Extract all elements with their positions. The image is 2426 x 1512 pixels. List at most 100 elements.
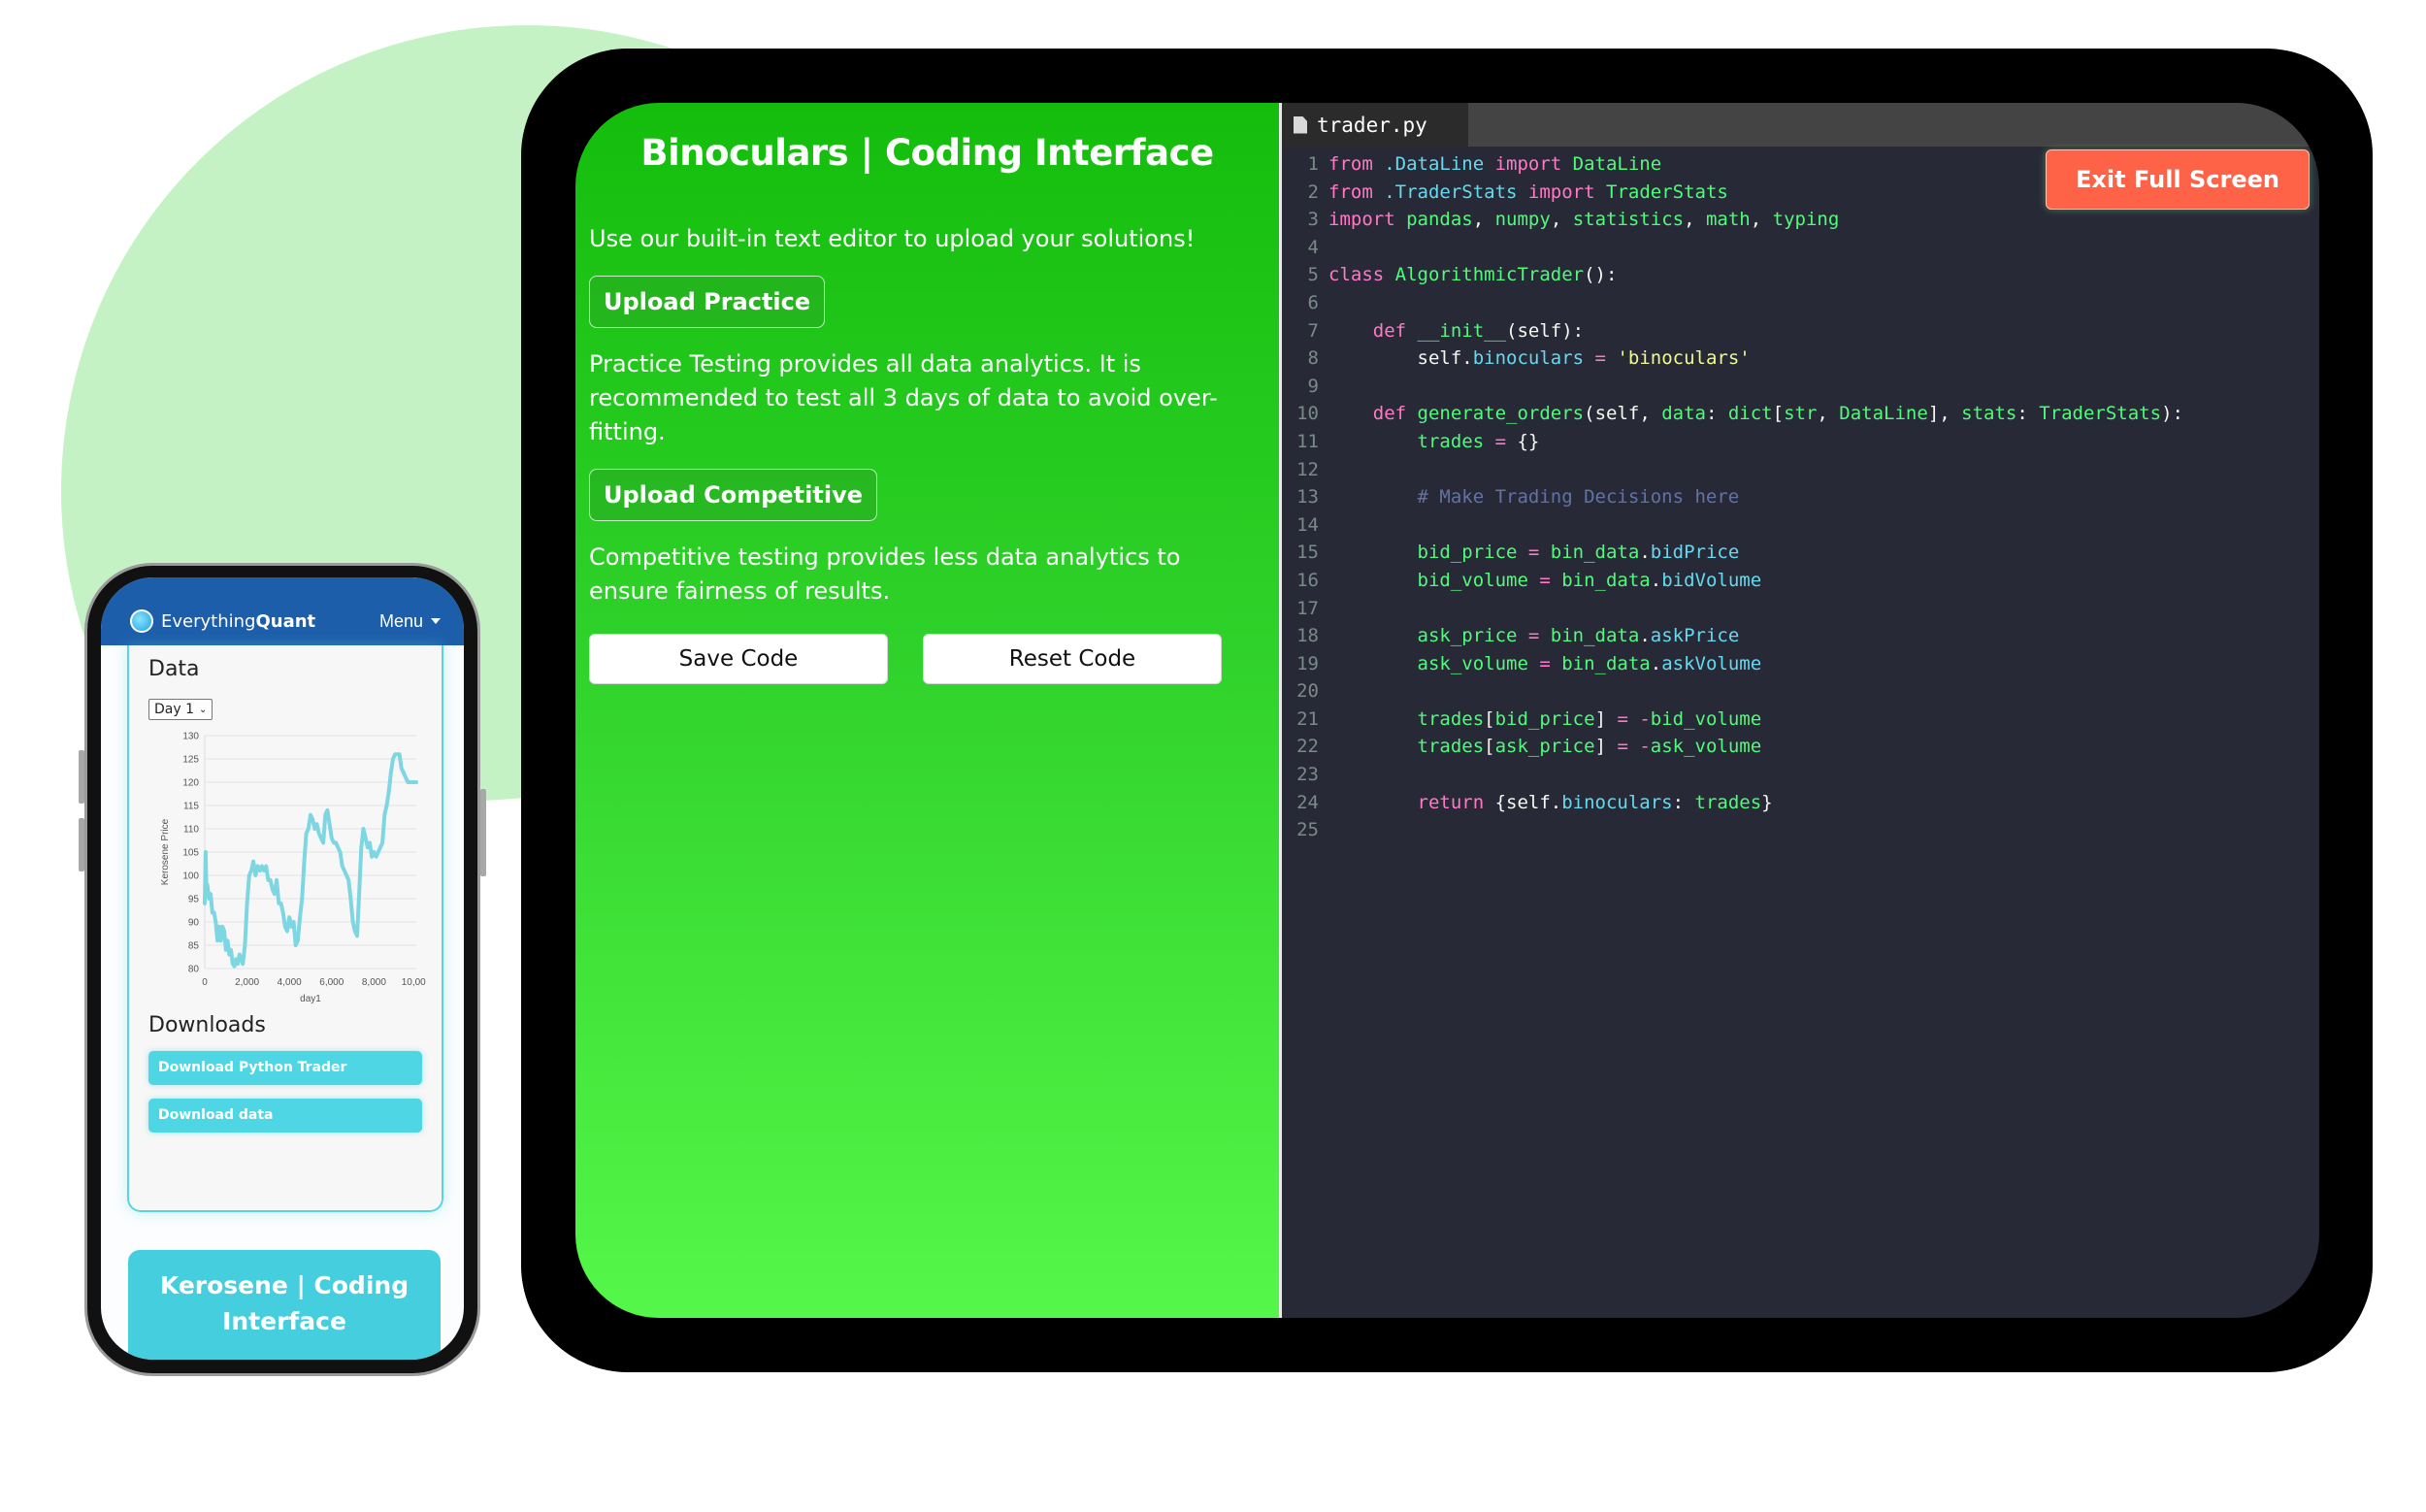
y-tick-label: 100 — [182, 871, 199, 882]
code-token: # Make Trading Decisions here — [1417, 486, 1740, 509]
code-token: __init__ — [1417, 319, 1507, 342]
code-line[interactable]: 7 def __init__(self): — [1282, 317, 2319, 345]
code-token: def — [1372, 403, 1418, 425]
menu-label: Menu — [378, 610, 423, 631]
code-token: ] — [1594, 736, 1607, 758]
exit-full-screen-button[interactable]: Exit Full Screen — [2045, 149, 2310, 210]
code-line[interactable]: 3 import pandas, numpy, statistics, math,… — [1282, 206, 2319, 234]
code-token: generate_orders — [1417, 403, 1585, 425]
code-line[interactable]: 22 trades[ask_price] = -ask_volume — [1282, 733, 2319, 761]
code-token: . — [1639, 625, 1651, 647]
code-line[interactable]: 14 — [1282, 511, 2319, 540]
code-line[interactable]: 15 bid_price = bin_data.bidPrice — [1282, 539, 2319, 567]
code-line[interactable]: 16 bid_volume = bin_data.bidVolume — [1282, 567, 2319, 595]
code-token: (self, — [1584, 403, 1662, 425]
code-token: = — [1527, 652, 1562, 674]
code-token: DataLine — [1839, 403, 1928, 425]
line-number: 11 — [1296, 430, 1319, 452]
code-token: . — [1639, 542, 1651, 564]
code-token: import — [1328, 209, 1407, 231]
line-number: 3 — [1307, 209, 1319, 231]
x-tick-label: 0 — [202, 977, 208, 988]
line-number: 25 — [1296, 819, 1319, 841]
x-tick-label: 10,000 — [402, 977, 426, 988]
code-token: = — [1517, 625, 1551, 647]
line-number: 18 — [1296, 625, 1319, 647]
day-select[interactable]: Day 1 ⌄ — [148, 699, 213, 720]
code-token: TraderStats — [1606, 181, 1728, 203]
save-code-button[interactable]: Save Code — [589, 634, 888, 684]
code-token: binoculars — [1561, 791, 1673, 813]
code-line[interactable]: 23 — [1282, 761, 2319, 789]
reset-code-button[interactable]: Reset Code — [923, 634, 1222, 684]
code-line[interactable]: 8 self.binoculars = 'binoculars' — [1282, 345, 2319, 373]
line-number: 7 — [1307, 319, 1319, 342]
code-actions: Save Code Reset Code — [589, 634, 1265, 684]
brand-bold: Quant — [255, 610, 316, 632]
code-line[interactable]: 11 trades = {} — [1282, 428, 2319, 456]
tab-label: trader.py — [1317, 113, 1427, 137]
line-number: 20 — [1296, 680, 1319, 703]
code-line[interactable]: 6 — [1282, 289, 2319, 317]
code-line[interactable]: 13 # Make Trading Decisions here — [1282, 483, 2319, 511]
code-token: [ — [1484, 707, 1495, 730]
y-tick-label: 110 — [183, 825, 199, 836]
code-token: stats — [1961, 403, 2017, 425]
y-tick-label: 120 — [182, 778, 199, 789]
code-token: import — [1494, 153, 1573, 175]
phone-device: Everything Quant Menu Data Day 1 ⌄ 80 85 90… — [79, 563, 486, 1376]
code-line[interactable]: 20 — [1282, 677, 2319, 706]
download-python-trader-button[interactable]: Download Python Trader — [148, 1051, 422, 1085]
competitive-description: Competitive testing provides less data a… — [589, 543, 1181, 605]
code-token: (): — [1584, 264, 1618, 286]
code-token: self. — [1328, 347, 1473, 370]
code-line[interactable]: 24 return {self.binoculars: trades} — [1282, 789, 2319, 817]
code-line[interactable]: 10 def generate_orders(self, data: dict[… — [1282, 400, 2319, 428]
price-line — [203, 752, 418, 969]
code-token: ask_volume — [1417, 652, 1528, 674]
download-data-button[interactable]: Download data — [148, 1099, 422, 1133]
code-editor[interactable]: trader.py 1 from .DataLine import DataLin… — [1282, 103, 2319, 1318]
code-line[interactable]: 25 — [1282, 816, 2319, 844]
code-token: typing — [1772, 209, 1840, 231]
brand-logo[interactable]: Everything Quant — [130, 609, 315, 633]
tablet-device: Binoculars | Coding Interface Use our bu… — [521, 49, 2373, 1372]
kerosene-coding-interface-button[interactable]: Kerosene | Coding Interface — [128, 1250, 441, 1360]
line-number: 23 — [1296, 764, 1319, 786]
code-token: askPrice — [1650, 625, 1740, 647]
phone-power-button — [480, 789, 486, 876]
line-number: 13 — [1296, 486, 1319, 509]
tab-trader-py[interactable]: trader.py — [1282, 103, 1468, 147]
code-line[interactable]: 18 ask_price = bin_data.askPrice — [1282, 622, 2319, 650]
code-line[interactable]: 4 — [1282, 234, 2319, 262]
code-token: trades — [1417, 736, 1485, 758]
code-token: } — [1761, 791, 1773, 813]
code-token: class — [1328, 264, 1395, 286]
code-line[interactable]: 5 class AlgorithmicTrader(): — [1282, 261, 2319, 289]
y-axis-label: Kerosene Price — [160, 818, 171, 885]
code-token: bidPrice — [1650, 542, 1740, 564]
code-line[interactable]: 12 — [1282, 456, 2319, 484]
code-lines[interactable]: 1 from .DataLine import DataLine 2 from .Tr… — [1282, 147, 2319, 844]
menu-dropdown[interactable]: Menu — [379, 611, 441, 632]
code-line[interactable]: 19 ask_volume = bin_data.askVolume — [1282, 650, 2319, 678]
code-line[interactable]: 9 — [1282, 373, 2319, 401]
code-token: bid_price — [1494, 707, 1595, 730]
upload-competitive-button[interactable]: Upload Competitive — [589, 469, 877, 521]
code-line[interactable]: 17 — [1282, 595, 2319, 623]
code-token: = — [1517, 542, 1551, 564]
code-line[interactable]: 21 trades[bid_price] = -bid_volume — [1282, 706, 2319, 734]
line-number: 9 — [1307, 375, 1319, 397]
line-number: 24 — [1296, 791, 1319, 813]
code-token: math — [1705, 209, 1751, 231]
code-token: bid_volume — [1417, 569, 1528, 591]
y-tick-label: 80 — [188, 965, 200, 975]
upload-practice-button[interactable]: Upload Practice — [589, 276, 826, 328]
downloads-title: Downloads — [148, 1013, 266, 1037]
